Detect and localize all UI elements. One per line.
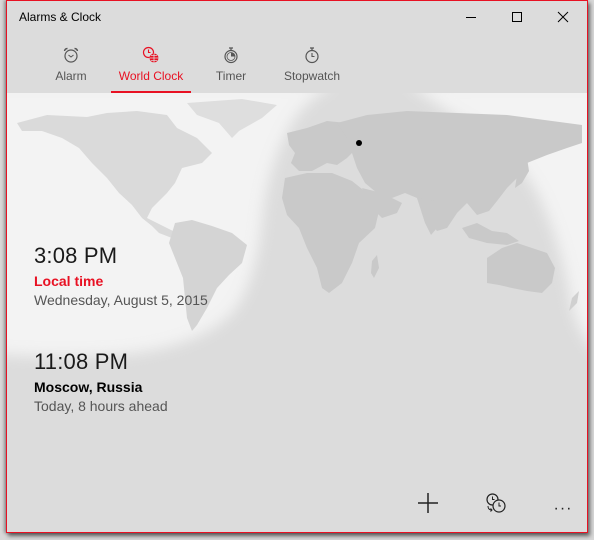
tab-world-clock[interactable]: World Clock (111, 45, 191, 93)
more-icon: ··· (553, 500, 573, 517)
tab-bar: Alarm World Clock Timer Stopwatch (7, 33, 587, 93)
tab-stopwatch-label: Stopwatch (283, 69, 341, 83)
world-map[interactable]: 3:08 PM Local time Wednesday, August 5, … (7, 93, 587, 532)
add-city-button[interactable] (417, 492, 457, 526)
compare-clocks-icon (486, 493, 506, 513)
tab-timer-label: Timer (215, 69, 247, 83)
stopwatch-icon (305, 47, 319, 64)
compare-clocks-button[interactable] (485, 492, 525, 526)
alarm-clock-icon (63, 47, 79, 63)
maximize-icon (512, 12, 522, 22)
timer-icon (224, 47, 238, 64)
close-icon (557, 11, 569, 23)
app-window: Alarms & Clock Alarm World Clock Timer S… (6, 0, 588, 533)
clock-place: Moscow, Russia (34, 379, 143, 395)
maximize-button[interactable] (494, 1, 540, 33)
minimize-button[interactable] (448, 1, 494, 33)
title-bar[interactable]: Alarms & Clock (7, 1, 587, 33)
clock-detail: Today, 8 hours ahead (34, 398, 168, 414)
window-title: Alarms & Clock (19, 10, 102, 24)
plus-icon (418, 493, 438, 513)
world-clock-icon (142, 46, 159, 63)
world-map-graphic (7, 93, 587, 532)
clock-time: 11:08 PM (34, 349, 129, 374)
tab-world-clock-label: World Clock (118, 69, 184, 83)
tab-alarm-label: Alarm (55, 69, 87, 83)
more-button[interactable]: ··· (543, 492, 583, 526)
close-button[interactable] (540, 1, 586, 33)
clock-place: Local time (34, 273, 104, 289)
clock-detail: Wednesday, August 5, 2015 (34, 292, 208, 308)
location-dot-icon[interactable] (356, 140, 362, 146)
clock-entry-local[interactable]: 3:08 PM Local time Wednesday, August 5, … (34, 243, 208, 308)
clock-time: 3:08 PM (34, 243, 118, 268)
clock-entry-moscow[interactable]: 11:08 PM Moscow, Russia Today, 8 hours a… (34, 349, 168, 414)
tab-alarm[interactable]: Alarm (47, 45, 95, 93)
tab-timer[interactable]: Timer (207, 45, 255, 93)
minimize-icon (466, 17, 476, 18)
tab-stopwatch[interactable]: Stopwatch (277, 45, 347, 93)
